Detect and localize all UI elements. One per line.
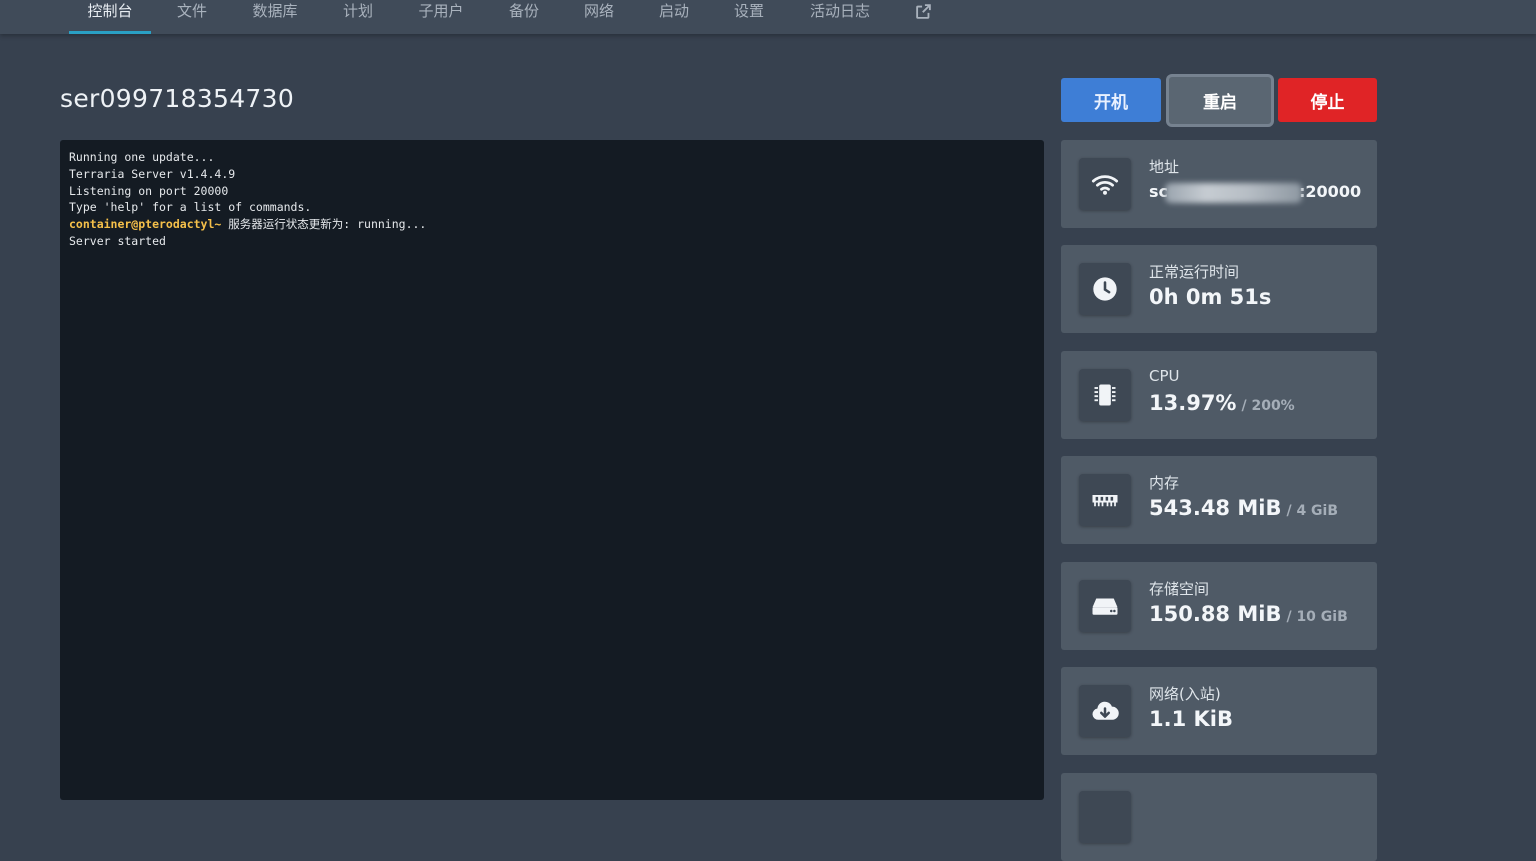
tab-activity-log[interactable]: 活动日志	[802, 0, 878, 34]
cloud-download-icon	[1092, 701, 1119, 720]
address-card: 地址 sc:20000	[1061, 140, 1377, 228]
memory-icon	[1092, 495, 1118, 507]
console-line: Type 'help' for a list of commands.	[69, 200, 312, 215]
external-link-icon[interactable]	[915, 3, 932, 20]
console-status-message: 服务器运行状态更新为: running...	[221, 217, 427, 232]
memory-value: 543.48 MiB/ 4 GiB	[1149, 496, 1339, 520]
tab-subusers[interactable]: 子用户	[411, 0, 471, 34]
address-label: 地址	[1149, 158, 1180, 176]
tab-databases[interactable]: 数据库	[245, 0, 305, 34]
uptime-value: 0h 0m 51s	[1149, 285, 1272, 309]
top-navigation: 控制台 文件 数据库 计划 子用户 备份 网络 启动 设置 活动日志	[0, 0, 1536, 34]
console-output[interactable]: Running one update... Terraria Server v1…	[60, 140, 1044, 800]
storage-limit: / 10 GiB	[1286, 609, 1348, 625]
tab-network[interactable]: 网络	[577, 0, 621, 34]
tab-startup[interactable]: 启动	[652, 0, 696, 34]
memory-card: 内存 543.48 MiB/ 4 GiB	[1061, 456, 1377, 544]
uptime-card: 正常运行时间 0h 0m 51s	[1061, 245, 1377, 333]
tab-schedules[interactable]: 计划	[336, 0, 380, 34]
redacted-address	[1165, 182, 1303, 203]
tab-backups[interactable]: 备份	[502, 0, 546, 34]
network-in-value: 1.1 KiB	[1149, 707, 1233, 731]
tab-console[interactable]: 控制台	[69, 0, 151, 34]
console-line: Listening on port 20000	[69, 183, 229, 198]
memory-label: 内存	[1149, 474, 1180, 492]
network-in-label: 网络(入站)	[1149, 685, 1221, 703]
console-line: Terraria Server v1.4.4.9	[69, 166, 236, 181]
cpu-value: 13.97%/ 200%	[1149, 391, 1295, 415]
cpu-limit: / 200%	[1241, 398, 1295, 414]
console-prompt: container@pterodactyl~	[69, 217, 222, 232]
stop-button[interactable]: 停止	[1278, 78, 1377, 122]
server-name: ser099718354730	[60, 84, 295, 113]
console-status-line: container@pterodactyl~ 服务器运行状态更新为: runni…	[69, 216, 1035, 233]
storage-label: 存储空间	[1149, 580, 1210, 598]
tab-settings[interactable]: 设置	[727, 0, 771, 34]
hdd-icon	[1092, 598, 1118, 615]
cpu-card: CPU 13.97%/ 200%	[1061, 351, 1377, 439]
wifi-icon	[1091, 175, 1119, 195]
active-tab-indicator	[69, 31, 151, 34]
memory-limit: / 4 GiB	[1286, 503, 1339, 519]
storage-card: 存储空间 150.88 MiB/ 10 GiB	[1061, 562, 1377, 650]
cpu-label: CPU	[1149, 367, 1180, 385]
start-button[interactable]: 开机	[1061, 78, 1161, 122]
uptime-label: 正常运行时间	[1149, 263, 1240, 281]
tab-files[interactable]: 文件	[170, 0, 214, 34]
storage-value: 150.88 MiB/ 10 GiB	[1149, 602, 1348, 626]
network-out-card	[1061, 773, 1377, 861]
network-in-card: 网络(入站) 1.1 KiB	[1061, 667, 1377, 755]
address-value[interactable]: sc:20000	[1149, 182, 1361, 203]
chip-icon	[1094, 384, 1116, 406]
restart-button[interactable]: 重启	[1169, 77, 1271, 124]
clock-icon	[1093, 277, 1117, 301]
console-line: Running one update...	[69, 150, 215, 164]
console-line: Server started	[69, 233, 166, 248]
